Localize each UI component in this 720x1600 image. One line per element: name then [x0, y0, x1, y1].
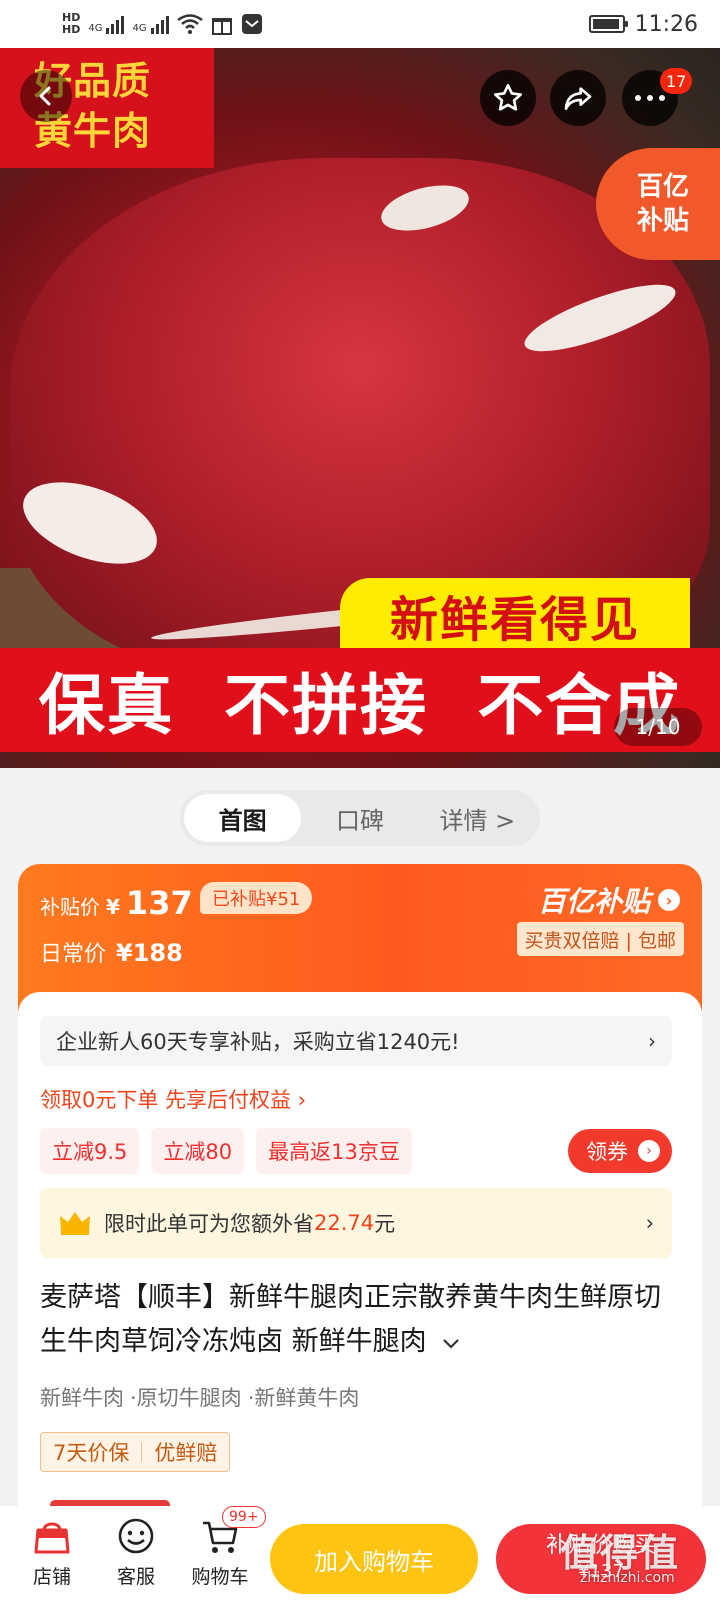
product-tags: 新鲜牛肉 ·原切牛腿肉 ·新鲜黄牛肉	[40, 1382, 359, 1412]
coupon-item[interactable]: 立减80	[151, 1128, 245, 1174]
back-button[interactable]	[20, 70, 72, 122]
more-icon	[635, 95, 665, 101]
crown-icon	[60, 1212, 90, 1235]
subsidy-price: 137	[125, 884, 193, 922]
chevron-down-icon[interactable]	[441, 1336, 461, 1350]
authentic-banner: 保真 不拼接 不合成	[0, 648, 720, 752]
status-bar: HD HD 4G 4G 11:26	[0, 0, 720, 48]
tab-details[interactable]: 详情 >	[419, 794, 536, 842]
chevron-left-icon	[39, 86, 51, 106]
tab-main-image[interactable]: 首图	[184, 794, 302, 842]
cart-button[interactable]: 购物车 99+	[178, 1505, 266, 1589]
product-title: 麦萨塔【顺丰】新鲜牛腿肉正宗散养黄牛肉生鲜原切生牛肉草饲冷冻炖卤 新鲜牛腿肉	[40, 1282, 661, 1357]
product-image[interactable]: 好品质 黄牛肉 17 百亿 补贴 新鲜看得见 保真 不拼接 不合成 1/10	[0, 48, 720, 768]
pay-later-link[interactable]: 领取0元下单 先享后付权益 ›	[40, 1084, 306, 1114]
wifi-icon	[176, 14, 203, 34]
chat-face-icon	[118, 1518, 154, 1553]
message-icon	[241, 14, 262, 34]
watermark: 值得值	[560, 1531, 681, 1575]
notification-badge: 17	[660, 68, 693, 94]
hd-indicator: HD HD	[62, 11, 81, 36]
clock: 11:26	[634, 11, 698, 37]
chevron-right-icon: ›	[648, 1029, 656, 1053]
subsidy-price-label: 补贴价	[40, 895, 100, 919]
share-button[interactable]	[550, 70, 606, 126]
subsidized-badge: 已补贴¥51	[200, 882, 313, 914]
store-button[interactable]: 店铺	[10, 1518, 94, 1589]
chevron-right-icon: ›	[658, 889, 680, 911]
regular-price-label: 日常价	[40, 942, 107, 967]
coupon-row: 立减9.5 立减80 最高返13京豆 领券 ›	[40, 1128, 672, 1174]
tab-reviews[interactable]: 口碑	[301, 794, 418, 842]
billion-subsidy-link[interactable]: 百亿补贴 ›	[538, 880, 680, 920]
tag: 新鲜牛肉	[40, 1386, 124, 1410]
signal-icon-2: 4G	[132, 14, 169, 34]
watermark-url: zhizhizhi.com	[580, 1570, 675, 1586]
enterprise-promo[interactable]: 企业新人60天专享补贴，采购立省1240元! ›	[40, 1016, 672, 1066]
subsidy-badge: 百亿 补贴	[596, 148, 720, 260]
coupon-item[interactable]: 立减9.5	[40, 1128, 140, 1174]
tag: ·原切牛腿肉	[130, 1386, 242, 1410]
cart-count-badge: 99+	[222, 1505, 266, 1528]
coupon-item[interactable]: 最高返13京豆	[256, 1128, 412, 1174]
currency-symbol: ¥	[106, 895, 120, 919]
add-to-cart-button[interactable]: 加入购物车	[270, 1524, 478, 1594]
get-coupon-button[interactable]: 领券 ›	[568, 1129, 672, 1173]
section-tabs: 首图 口碑 详情 >	[180, 790, 540, 846]
gift-icon	[211, 18, 232, 35]
star-icon	[494, 84, 522, 111]
image-pager: 1/10	[614, 708, 702, 746]
guarantee-badge[interactable]: 买贵双倍赔 | 包邮	[516, 922, 684, 956]
share-icon	[564, 87, 592, 110]
favorite-button[interactable]	[480, 70, 536, 126]
store-icon	[34, 1522, 70, 1553]
regular-price: ¥188	[116, 939, 183, 967]
customer-service-button[interactable]: 客服	[94, 1518, 178, 1589]
tag: ·新鲜黄牛肉	[247, 1386, 360, 1410]
chevron-right-icon: ›	[638, 1140, 660, 1162]
signal-icon: 4G	[88, 14, 125, 34]
product-info-card: 企业新人60天专享补贴，采购立省1240元! › 领取0元下单 先享后付权益 ›…	[18, 992, 702, 1512]
extra-savings-bar[interactable]: 限时此单可为您额外省 22.74 元 ›	[40, 1188, 672, 1258]
service-badges[interactable]: 7天价保 优鲜赔	[40, 1432, 231, 1472]
battery-icon	[588, 15, 628, 33]
chevron-right-icon: ›	[645, 1211, 654, 1235]
fresh-banner: 新鲜看得见	[340, 578, 690, 652]
